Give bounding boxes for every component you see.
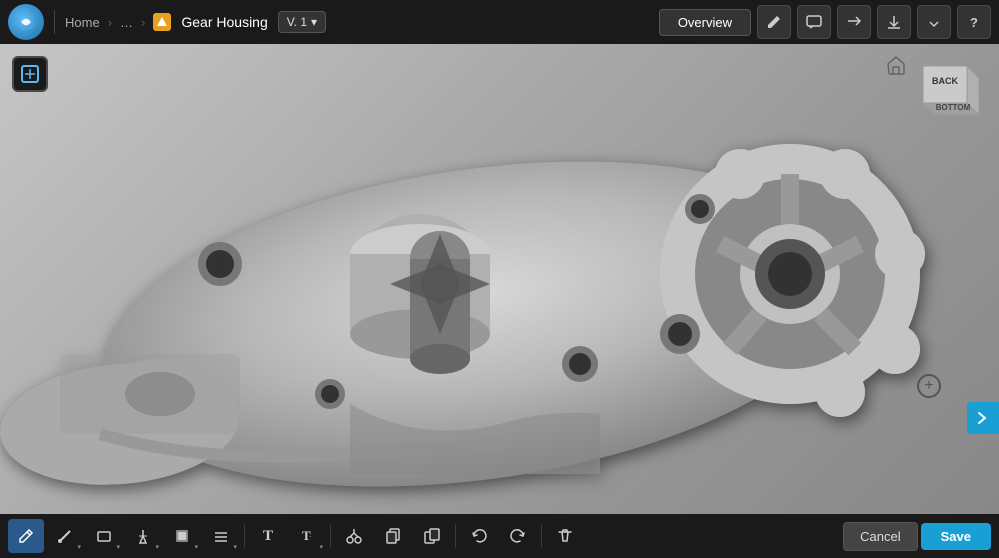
document-type-icon <box>153 13 171 31</box>
fill-tool-button[interactable] <box>164 519 200 553</box>
home-view-button[interactable] <box>885 54 907 81</box>
breadcrumb-home[interactable]: Home <box>65 15 100 30</box>
copy-tool-button[interactable] <box>375 519 411 553</box>
cancel-button[interactable]: Cancel <box>843 522 917 551</box>
redo-button[interactable] <box>500 519 536 553</box>
top-navigation-bar: Home › … › Gear Housing V. 1 ▾ Overview <box>0 0 999 44</box>
breadcrumb-sep2: › <box>141 15 145 30</box>
save-button[interactable]: Save <box>921 523 991 550</box>
toolbar-separator-3 <box>455 524 456 548</box>
overview-button[interactable]: Overview <box>659 9 751 36</box>
expand-panel-button[interactable] <box>967 402 999 434</box>
text-tool-button[interactable]: T <box>250 519 286 553</box>
line-tool-button[interactable] <box>47 519 83 553</box>
help-button[interactable]: ? <box>957 5 991 39</box>
trim-tool-button[interactable] <box>336 519 372 553</box>
nav-divider <box>54 10 55 34</box>
3d-model-view <box>0 44 999 514</box>
pencil-tool-button[interactable] <box>8 519 44 553</box>
version-selector[interactable]: V. 1 ▾ <box>278 11 326 33</box>
paste-tool-button[interactable] <box>414 519 450 553</box>
comment-button[interactable] <box>797 5 831 39</box>
rectangle-tool-button[interactable] <box>86 519 122 553</box>
undo-button[interactable] <box>461 519 497 553</box>
text-leader-tool-button[interactable]: T · <box>289 519 325 553</box>
canvas-area[interactable]: BACK BOTTOM <box>0 44 999 514</box>
download-button[interactable] <box>877 5 911 39</box>
delete-button[interactable] <box>547 519 583 553</box>
document-title: Gear Housing <box>181 14 267 30</box>
pan-target <box>917 374 941 398</box>
breadcrumb-ellipsis[interactable]: … <box>120 15 133 30</box>
more-options-button[interactable] <box>917 5 951 39</box>
toolbar-separator-4 <box>541 524 542 548</box>
point-tool-button[interactable] <box>125 519 161 553</box>
toolbar-separator-2 <box>330 524 331 548</box>
toolbar-separator-1 <box>244 524 245 548</box>
hatch-tool-button[interactable] <box>203 519 239 553</box>
edit-button[interactable] <box>757 5 791 39</box>
app-logo[interactable] <box>8 4 44 40</box>
breadcrumb-sep1: › <box>108 15 112 30</box>
bottom-toolbar: T T · <box>0 514 999 558</box>
share-button[interactable] <box>837 5 871 39</box>
sketch-mode-icon[interactable] <box>12 56 48 92</box>
